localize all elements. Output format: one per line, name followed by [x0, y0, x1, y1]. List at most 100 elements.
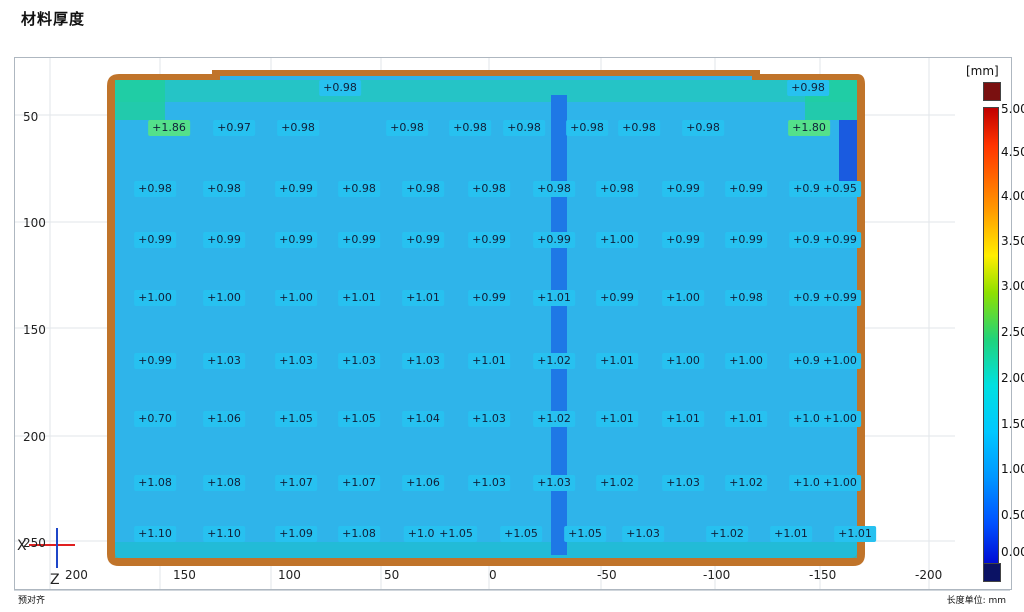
thickness-label: +1.00	[662, 290, 704, 306]
x-tick: -100	[703, 568, 731, 582]
thickness-label: +0.99	[662, 232, 704, 248]
thickness-label: +1.80	[788, 120, 830, 136]
thickness-label: +1.01	[338, 290, 380, 306]
colorbar-under-swatch	[983, 563, 1001, 582]
thickness-label: +0.98	[319, 80, 361, 96]
thickness-plot[interactable]	[15, 58, 1011, 589]
thickness-label: +0.98	[787, 80, 829, 96]
thickness-label: +1.00	[725, 353, 767, 369]
thickness-label: +0.99	[275, 232, 317, 248]
x-tick: -200	[915, 568, 943, 582]
thickness-label: +0.99	[468, 290, 510, 306]
thickness-label: +1.01	[402, 290, 444, 306]
thickness-label: +0.98	[338, 181, 380, 197]
x-tick: 200	[65, 568, 88, 582]
y-tick: 50	[23, 110, 39, 124]
thickness-label: +1.02	[533, 353, 575, 369]
thickness-label: +0.98	[402, 181, 444, 197]
thickness-label: +1.06	[203, 411, 245, 427]
colorbar-tick: 1.00	[1001, 462, 1024, 476]
thickness-label: +1.01	[596, 411, 638, 427]
status-bar: 预对齐 长度单位: mm	[14, 590, 1010, 606]
thickness-label: +0.99	[402, 232, 444, 248]
status-right: 长度单位: mm	[946, 596, 1006, 606]
colorbar-tick: 2.50	[1001, 325, 1024, 339]
colorbar-tick: 0.00	[1001, 545, 1024, 559]
thickness-label: +0.97	[213, 120, 255, 136]
thickness-label: +1.03	[338, 353, 380, 369]
thickness-label: +0.98	[468, 181, 510, 197]
thickness-label: +0.98	[596, 181, 638, 197]
y-tick: 100	[23, 216, 46, 230]
thickness-label: +0.99	[134, 232, 176, 248]
axis-z-label: Z	[50, 572, 60, 588]
thickness-label: +1.01	[834, 526, 876, 542]
thickness-label: +1.00	[819, 411, 861, 427]
thickness-label: +1.00	[819, 353, 861, 369]
thickness-label: +1.03	[203, 353, 245, 369]
thickness-label: +1.06	[402, 475, 444, 491]
colorbar-over-swatch	[983, 82, 1001, 101]
thickness-label: +1.01	[662, 411, 704, 427]
thickness-label: +0.99	[662, 181, 704, 197]
thickness-label: +1.08	[134, 475, 176, 491]
colorbar-unit: [mm]	[966, 64, 999, 78]
thickness-label: +1.09	[275, 526, 317, 542]
colorbar-tick: 1.50	[1001, 417, 1024, 431]
thickness-label: +0.70	[134, 411, 176, 427]
thickness-label: +1.00	[275, 290, 317, 306]
thickness-label: +1.05	[564, 526, 606, 542]
thickness-label: +1.00	[662, 353, 704, 369]
thickness-label: +1.02	[725, 475, 767, 491]
thickness-label: +0.98	[533, 181, 575, 197]
x-tick: -50	[597, 568, 617, 582]
thickness-label: +1.05	[275, 411, 317, 427]
colorbar-tick: 3.00	[1001, 279, 1024, 293]
thickness-label: +1.00	[819, 475, 861, 491]
y-tick: 150	[23, 323, 46, 337]
thickness-label: +1.00	[134, 290, 176, 306]
thickness-label: +0.98	[277, 120, 319, 136]
thickness-label: +0.99	[596, 290, 638, 306]
thickness-label: +0.99	[338, 232, 380, 248]
x-tick: -150	[809, 568, 837, 582]
thickness-label: +0.99	[468, 232, 510, 248]
colorbar	[983, 107, 999, 571]
status-left: 预对齐	[18, 596, 46, 606]
thickness-label: +1.86	[148, 120, 190, 136]
thickness-label: +0.99	[134, 353, 176, 369]
thickness-label: +1.02	[596, 475, 638, 491]
colorbar-tick: 2.00	[1001, 371, 1024, 385]
thickness-label: +1.02	[533, 411, 575, 427]
thickness-label: +0.98	[682, 120, 724, 136]
y-tick: 200	[23, 430, 46, 444]
thickness-label: +1.07	[338, 475, 380, 491]
thickness-label: +0.98	[386, 120, 428, 136]
x-tick: 150	[173, 568, 196, 582]
thickness-label: +1.08	[338, 526, 380, 542]
x-tick: 50	[384, 568, 400, 582]
thickness-label: +1.05	[500, 526, 542, 542]
page-title: 材料厚度	[21, 10, 86, 28]
thickness-label: +1.01	[770, 526, 812, 542]
thickness-label: +0.95	[819, 181, 861, 197]
thickness-label: +1.04	[402, 411, 444, 427]
thickness-label: +1.03	[622, 526, 664, 542]
thickness-label: +1.03	[468, 411, 510, 427]
thickness-label: +0.98	[725, 290, 767, 306]
thickness-label: +0.99	[203, 232, 245, 248]
viewport-frame[interactable]: 50 100 150 200 250 200 150 100 50 0 -50 …	[14, 57, 1024, 590]
colorbar-tick: 0.50	[1001, 508, 1024, 522]
thickness-label: +1.08	[203, 475, 245, 491]
thickness-label: +1.01	[596, 353, 638, 369]
thickness-label: +0.99	[725, 232, 767, 248]
thickness-label: +0.98	[134, 181, 176, 197]
thickness-label: +1.03	[533, 475, 575, 491]
colorbar-tick: 4.50	[1001, 145, 1024, 159]
thickness-label: +1.10	[203, 526, 245, 542]
colorbar-tick: 5.00	[1001, 102, 1024, 116]
thickness-label: +1.05	[338, 411, 380, 427]
thickness-label: +1.01	[468, 353, 510, 369]
thickness-label: +1.01	[533, 290, 575, 306]
thickness-label: +0.98	[503, 120, 545, 136]
